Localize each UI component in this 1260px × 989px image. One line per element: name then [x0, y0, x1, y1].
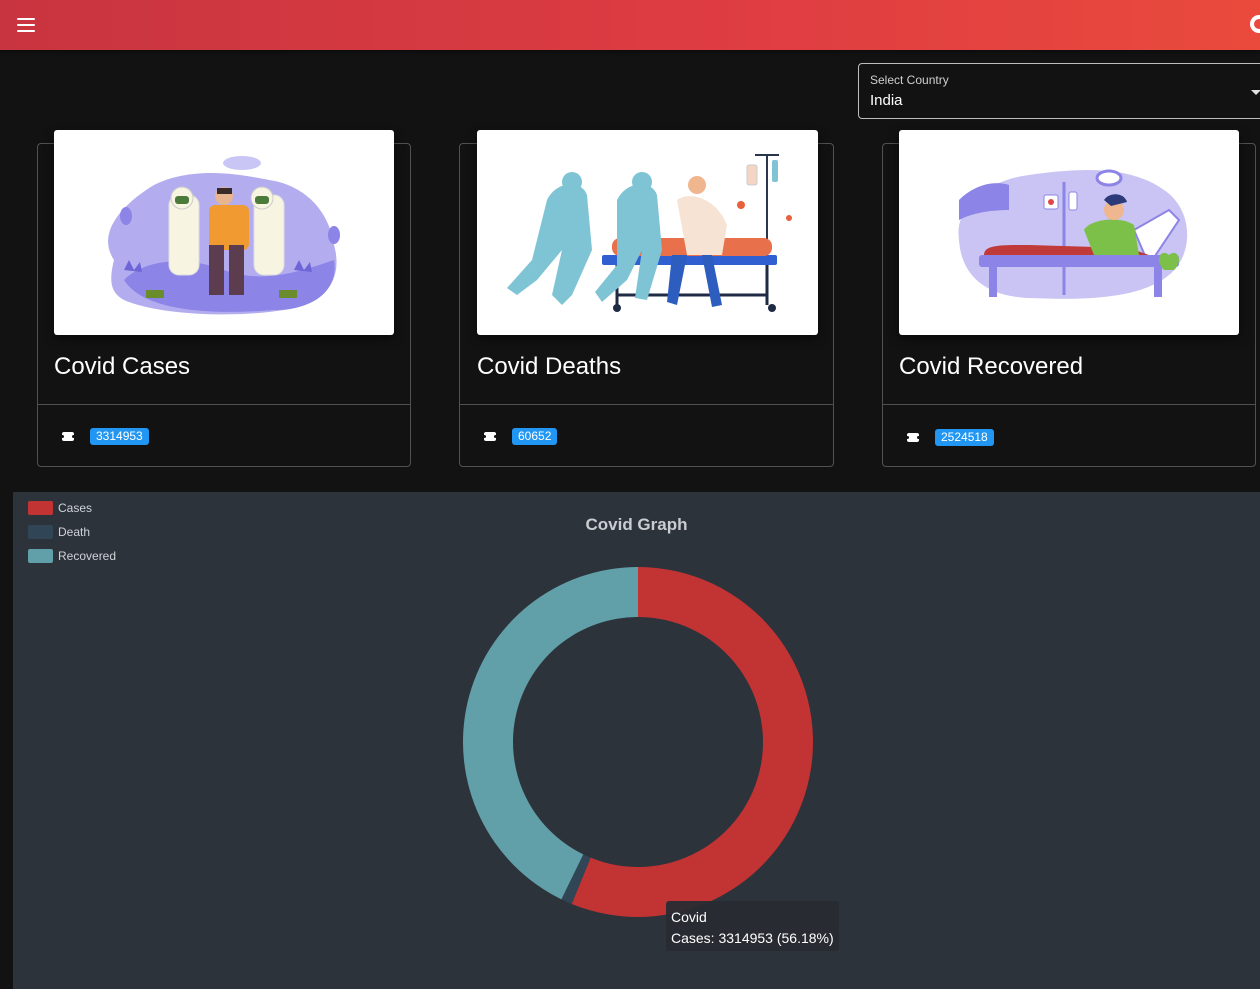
count-badge: 60652 [512, 428, 558, 445]
menu-icon[interactable] [10, 9, 42, 41]
card-footer: 3314953 [61, 428, 149, 445]
recovered-illustration [899, 130, 1239, 335]
cases-illustration [54, 130, 394, 335]
ticket-icon [906, 433, 920, 442]
tooltip-body: Cases: 3314953 (56.18%) [671, 930, 834, 946]
donut-slice-recovered[interactable] [463, 567, 638, 900]
card-footer: 2524518 [906, 429, 994, 446]
chart-tooltip: Covid Cases: 3314953 (56.18%) [666, 901, 839, 951]
card-footer: 60652 [483, 428, 558, 445]
country-select-value: India [870, 92, 903, 109]
ticket-icon [61, 432, 75, 441]
app-bar [0, 0, 1260, 50]
card-covid-deaths: Covid Deaths 60652 [459, 130, 834, 467]
deaths-illustration [477, 130, 818, 335]
tooltip-title: Covid [671, 909, 707, 925]
count-badge: 2524518 [935, 429, 994, 446]
count-badge: 3314953 [90, 428, 149, 445]
card-title: Covid Deaths [477, 353, 622, 380]
donut-chart [463, 567, 814, 918]
card-divider [883, 404, 1255, 405]
card-divider [460, 404, 833, 405]
card-title: Covid Cases [54, 353, 191, 380]
chevron-down-icon [1251, 90, 1260, 95]
refresh-icon[interactable] [1250, 15, 1260, 33]
country-select[interactable]: Select Country India [858, 63, 1260, 119]
card-title: Covid Recovered [899, 353, 1084, 380]
card-covid-cases: Covid Cases 3314953 [37, 130, 411, 467]
card-divider [38, 404, 410, 405]
graph-panel: Cases Death Recovered Covid Graph Covid … [13, 492, 1260, 989]
card-covid-recovered: Covid Recovered 2524518 [882, 130, 1256, 467]
ticket-icon [483, 432, 497, 441]
country-select-label: Select Country [870, 73, 949, 87]
